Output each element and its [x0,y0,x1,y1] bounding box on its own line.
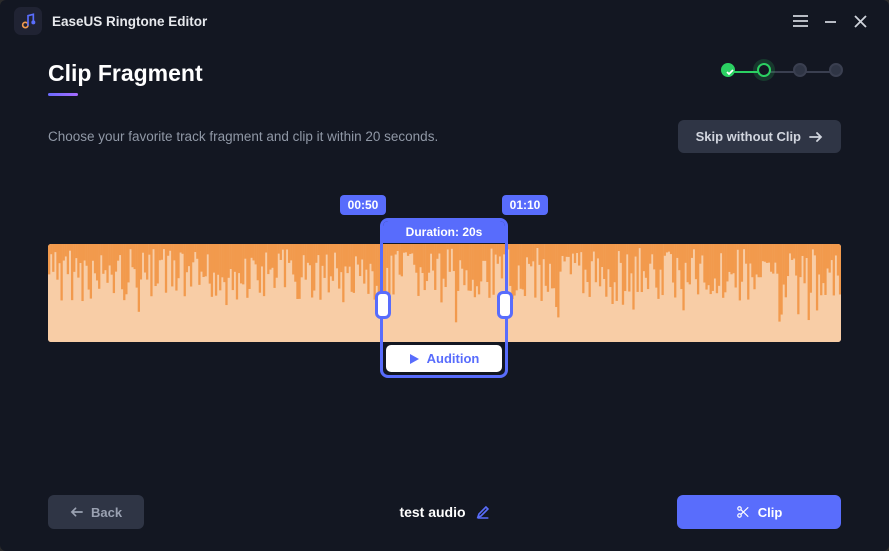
title-bar: EaseUS Ringtone Editor [0,0,889,42]
minimize-button[interactable] [815,7,845,35]
play-icon [409,353,420,365]
arrow-right-icon [809,132,823,142]
selection-handle-left[interactable] [375,291,391,319]
page-title: Clip Fragment [48,60,203,87]
step-node-1 [721,63,735,77]
app-title: EaseUS Ringtone Editor [52,14,207,29]
app-logo [14,7,42,35]
selection-duration-label: Duration: 20s [383,221,505,243]
file-name-row: test audio [399,504,489,520]
step-node-4 [829,63,843,77]
selection-start-time: 00:50 [340,195,386,215]
waveform-track[interactable] [48,244,841,342]
close-button[interactable] [845,7,875,35]
audition-label: Audition [427,351,480,366]
audition-button[interactable]: Audition [386,345,502,372]
back-button[interactable]: Back [48,495,144,529]
menu-button[interactable] [785,7,815,35]
footer-bar: Back test audio Clip [48,495,841,529]
arrow-left-icon [70,507,83,517]
skip-button-label: Skip without Clip [696,129,801,144]
scissors-icon [736,505,750,519]
page-header: Clip Fragment [0,42,889,93]
selection-handle-right[interactable] [497,291,513,319]
page-subtitle: Choose your favorite track fragment and … [48,129,438,144]
pencil-icon [476,505,490,519]
page-subtitle-row: Choose your favorite track fragment and … [0,96,889,153]
file-name: test audio [399,504,465,520]
skip-without-clip-button[interactable]: Skip without Clip [678,120,841,153]
step-node-2 [757,63,771,77]
step-node-3 [793,63,807,77]
waveform [48,244,841,342]
back-label: Back [91,505,122,520]
edit-filename-button[interactable] [476,505,490,519]
clip-button[interactable]: Clip [677,495,841,529]
clip-label: Clip [758,505,783,520]
selection-end-time: 01:10 [502,195,548,215]
